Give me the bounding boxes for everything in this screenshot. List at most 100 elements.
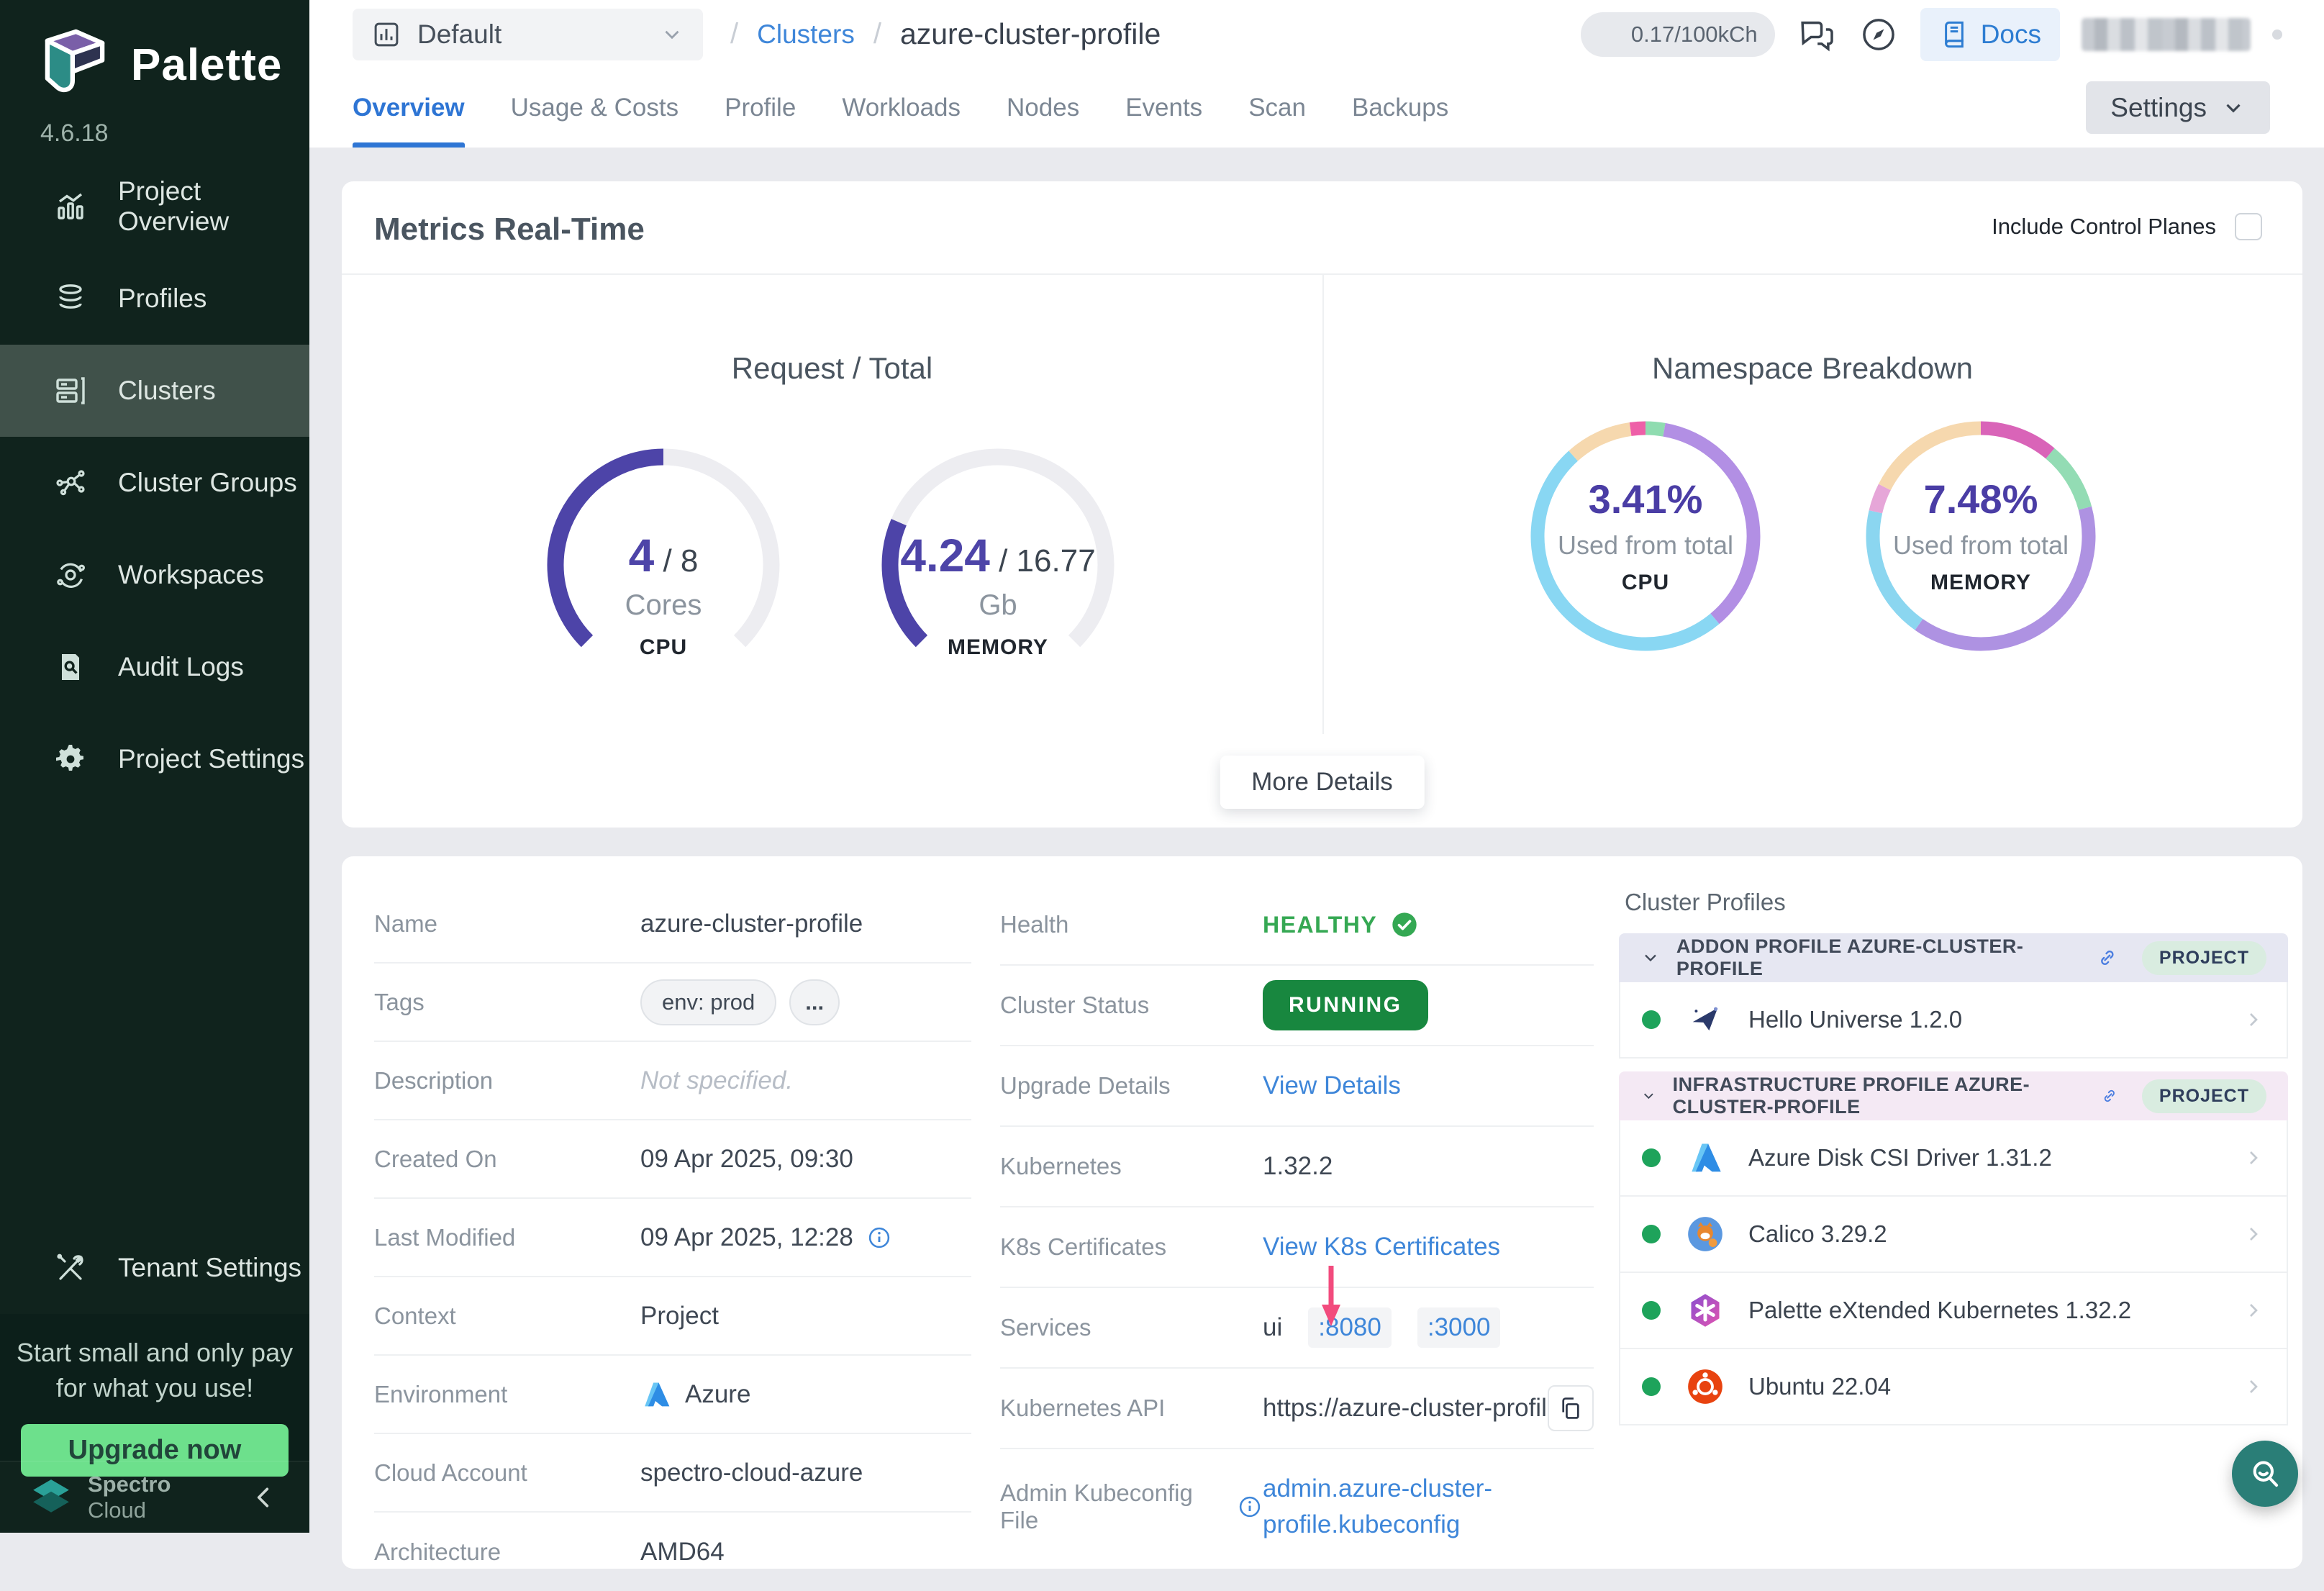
copy-button[interactable]	[1548, 1385, 1594, 1431]
detail-label: Context	[374, 1302, 640, 1330]
project-scope-value: Default	[417, 19, 501, 50]
link-icon[interactable]	[2100, 1084, 2119, 1108]
details-right-column: Health HEALTHY Cluster Status RUNNING Up…	[1000, 885, 1594, 1564]
detail-value: Not specified.	[640, 1066, 793, 1095]
bar-chart-icon	[371, 19, 401, 50]
namespace-breakdown-title: Namespace Breakdown	[1322, 351, 2302, 386]
cpu-namespace-donut: 3.41% Used from total CPU	[1516, 407, 1775, 666]
settings-label: Settings	[2110, 93, 2207, 123]
infrastructure-profile-header[interactable]: INFRASTRUCTURE PROFILE AZURE-CLUSTER-PRO…	[1619, 1071, 2288, 1120]
chevron-right-icon	[2242, 1008, 2265, 1031]
detail-row-tags: Tags env: prod ...	[374, 964, 971, 1042]
docs-label: Docs	[1981, 19, 2041, 50]
view-details-link[interactable]: View Details	[1263, 1071, 1401, 1100]
detail-row-architecture: Architecture AMD64	[374, 1513, 971, 1591]
promo-text: Start small and only pay for what you us…	[0, 1336, 309, 1405]
status-badge: RUNNING	[1263, 980, 1428, 1030]
detail-label: K8s Certificates	[1000, 1233, 1263, 1261]
search-fab-button[interactable]	[2232, 1441, 2298, 1507]
kubeconfig-link[interactable]: admin.azure-cluster-profile.kubeconfig	[1263, 1471, 1492, 1542]
profile-row-azure-disk-csi[interactable]: Azure Disk CSI Driver 1.31.2	[1619, 1120, 2288, 1197]
detail-value: AMD64	[640, 1538, 725, 1567]
project-scope-select[interactable]: Default	[353, 9, 703, 60]
tab-events[interactable]: Events	[1125, 68, 1202, 148]
detail-row-upgrade-details: Upgrade Details View Details	[1000, 1046, 1594, 1127]
copy-icon	[1557, 1395, 1584, 1422]
book-icon	[1939, 19, 1969, 50]
tab-backups[interactable]: Backups	[1352, 68, 1448, 148]
spectro-cloud-label: Spectro Cloud	[88, 1472, 171, 1523]
profile-row-calico[interactable]: Calico 3.29.2	[1619, 1197, 2288, 1273]
settings-button[interactable]: Settings	[2086, 81, 2270, 134]
service-name: ui	[1263, 1313, 1282, 1342]
memory-gauge-value: 4.24 / 16.77	[868, 529, 1127, 582]
sidebar-item-project-overview[interactable]: Project Overview	[0, 160, 309, 253]
breadcrumb-sep: /	[730, 18, 738, 50]
profile-row-ubuntu[interactable]: Ubuntu 22.04	[1619, 1349, 2288, 1425]
user-account-blurred[interactable]	[2082, 18, 2251, 51]
cpu-donut-percent: 3.41%	[1516, 476, 1775, 522]
tab-profile[interactable]: Profile	[725, 68, 796, 148]
project-badge: PROJECT	[2142, 941, 2266, 975]
sidebar-item-clusters[interactable]: Clusters	[0, 345, 309, 437]
docs-button[interactable]: Docs	[1920, 8, 2060, 61]
detail-label: Last Modified	[374, 1224, 640, 1251]
tab-usage-costs[interactable]: Usage & Costs	[511, 68, 678, 148]
chart-icon	[53, 189, 88, 224]
chevron-down-icon	[2221, 96, 2246, 120]
detail-label: Kubernetes	[1000, 1153, 1263, 1180]
tab-workloads[interactable]: Workloads	[842, 68, 961, 148]
sidebar-item-audit-logs[interactable]: Audit Logs	[0, 621, 309, 713]
sidebar-item-workspaces[interactable]: Workspaces	[0, 529, 309, 621]
sidebar-item-tenant-settings[interactable]: Tenant Settings	[0, 1222, 309, 1314]
detail-value: 09 Apr 2025, 12:28	[640, 1223, 892, 1252]
tab-scan[interactable]: Scan	[1248, 68, 1306, 148]
link-icon[interactable]	[2096, 946, 2119, 970]
tags-value: env: prod ...	[640, 979, 840, 1025]
sidebar-item-project-settings[interactable]: Project Settings	[0, 713, 309, 805]
tag-env-prod[interactable]: env: prod	[640, 979, 776, 1025]
tab-overview[interactable]: Overview	[353, 68, 465, 148]
sidebar-item-cluster-groups[interactable]: Cluster Groups	[0, 437, 309, 529]
sidebar-footer: Spectro Cloud	[0, 1461, 309, 1533]
breadcrumb: / Clusters / azure-cluster-profile	[730, 17, 1161, 51]
memory-donut-percent: 7.48%	[1851, 476, 2110, 522]
sidebar-item-label: Project Overview	[118, 176, 309, 237]
sidebar-item-profiles[interactable]: Profiles	[0, 253, 309, 345]
tab-nodes[interactable]: Nodes	[1007, 68, 1079, 148]
ubuntu-icon	[1687, 1368, 1724, 1405]
include-control-planes-checkbox[interactable]	[2235, 213, 2262, 240]
info-icon[interactable]	[866, 1225, 892, 1251]
network-icon	[53, 466, 88, 500]
service-port-3000-link[interactable]: :3000	[1417, 1307, 1501, 1348]
cpu-donut-label: CPU	[1516, 571, 1775, 595]
info-icon[interactable]	[1237, 1494, 1263, 1520]
profile-row-hello-universe[interactable]: Hello Universe 1.2.0	[1619, 982, 2288, 1059]
compass-icon[interactable]	[1858, 14, 1899, 55]
cpu-gauge-value: 4 / 8	[534, 529, 793, 582]
kubernetes-api-value: https://azure-cluster-profile...	[1263, 1394, 1582, 1423]
profile-row-palette-extended-k8s[interactable]: Palette eXtended Kubernetes 1.32.2	[1619, 1273, 2288, 1349]
breadcrumb-sep: /	[873, 18, 881, 50]
tags-more-button[interactable]: ...	[789, 979, 840, 1025]
cluster-tabs-bar: Overview Usage & Costs Profile Workloads…	[309, 68, 2324, 148]
status-dot	[1642, 1301, 1661, 1320]
request-total-title: Request / Total	[342, 351, 1322, 386]
view-k8s-certificates-link[interactable]: View K8s Certificates	[1263, 1233, 1500, 1261]
sidebar-item-label: Profiles	[118, 284, 206, 314]
more-details-button[interactable]: More Details	[1220, 756, 1424, 809]
addon-profile-header[interactable]: ADDON PROFILE AZURE-CLUSTER-PROFILE PROJ…	[1619, 933, 2288, 982]
chat-icon[interactable]	[1797, 14, 1837, 55]
project-badge: PROJECT	[2142, 1079, 2266, 1113]
user-menu-dot	[2272, 30, 2282, 40]
orbit-icon	[53, 558, 88, 592]
sidebar-item-label: Project Settings	[118, 744, 304, 774]
collapse-sidebar-icon[interactable]	[250, 1483, 279, 1512]
breadcrumb-clusters-link[interactable]: Clusters	[757, 19, 855, 50]
detail-row-cluster-status: Cluster Status RUNNING	[1000, 966, 1594, 1046]
cluster-details-card: Name azure-cluster-profile Tags env: pro…	[342, 856, 2302, 1569]
status-dot	[1642, 1010, 1661, 1029]
detail-row-cloud-account: Cloud Account spectro-cloud-azure	[374, 1434, 971, 1513]
profile-pack-name: Palette eXtended Kubernetes 1.32.2	[1748, 1297, 2131, 1324]
memory-gauge-label: MEMORY	[868, 635, 1127, 660]
